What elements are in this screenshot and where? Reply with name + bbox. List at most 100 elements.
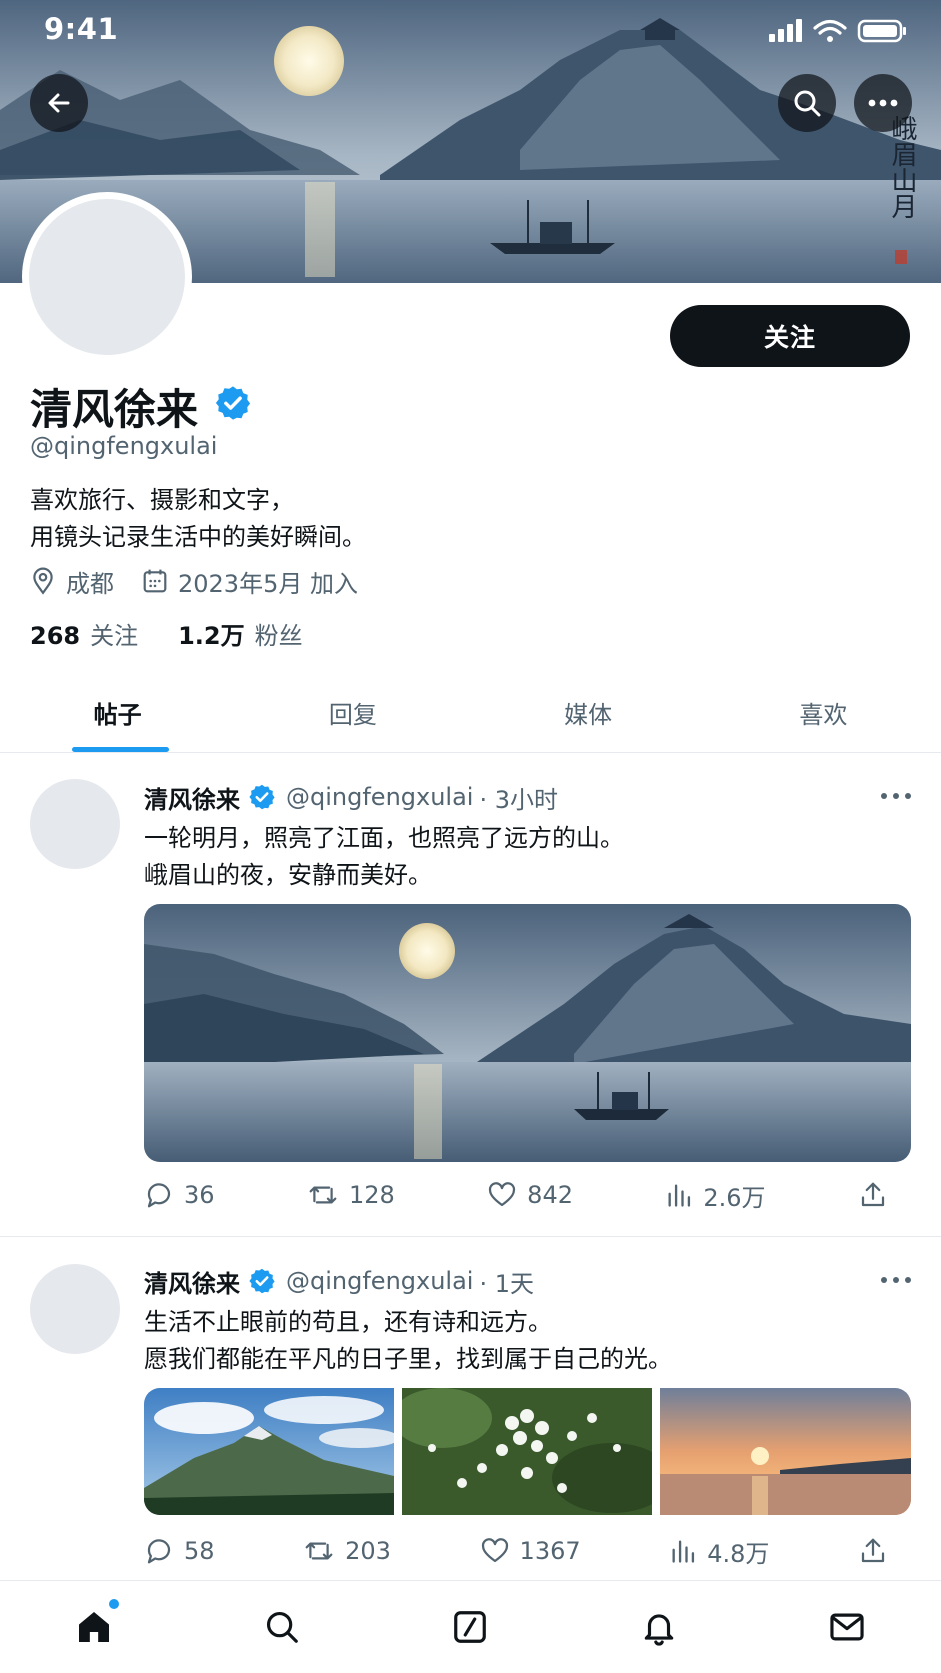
search-button[interactable] [778,74,836,132]
search-nav-icon [267,1611,299,1643]
post-text: 一轮明月，照亮了江面，也照亮了远方的山。 峨眉山的夜，安静而美好。 [144,820,624,894]
location-icon [33,567,53,595]
status-time: 9:41 [44,12,119,46]
nav-search[interactable] [242,1587,322,1667]
post-time: · 1天 [479,1269,534,1298]
post-header: 清风徐来 @qingfengxulai · 1天 [144,1262,534,1300]
profile-handle: @qingfengxulai [30,432,218,460]
post-card[interactable]: 清风徐来 @qingfengxulai · 1天 生活不止眼前的苟且，还有诗和远… [0,1237,941,1579]
messages-icon [830,1613,864,1641]
post-actions: 58 203 1367 4.8万 [144,1531,888,1571]
post-image-mountain[interactable] [144,1388,394,1515]
repost-button[interactable]: 128 [307,1180,395,1210]
reply-icon [147,1183,171,1208]
repost-icon [305,1542,333,1560]
share-icon [861,1538,885,1563]
profile-location: 成都 [66,569,114,598]
post-text: 生活不止眼前的苟且，还有诗和远方。 愿我们都能在平凡的日子里，找到属于自己的光。 [144,1304,672,1378]
notifications-icon [644,1614,673,1646]
profile-bio: 喜欢旅行、摄影和文字， 用镜头记录生活中的美好瞬间。 [30,482,366,556]
nav-home[interactable] [54,1587,134,1667]
views-icon [672,1540,695,1563]
tab-posts[interactable]: 帖子 [0,672,235,752]
follow-button[interactable]: 关注 [670,305,910,367]
flowers-image [402,1388,652,1515]
home-notification-dot [109,1599,120,1609]
more-icon[interactable] [876,786,916,806]
profile-display-name: 清风徐来 [30,385,199,434]
tab-likes[interactable]: 喜欢 [706,672,941,752]
more-options-button[interactable] [854,74,912,132]
reply-icon [147,1539,171,1564]
following-label: 关注 [90,622,139,650]
search-icon [794,90,821,117]
like-icon [489,1182,516,1207]
like-count: 1367 [519,1537,581,1565]
views-icon [668,1184,691,1207]
more-icon[interactable] [876,1270,916,1290]
profile-joined: 2023年5月 加入 [178,569,358,598]
bio-line-2: 用镜头记录生活中的美好瞬间。 [30,523,366,551]
reply-button[interactable]: 58 [144,1536,215,1566]
followers-count: 1.2万 [178,622,245,650]
like-button[interactable]: 842 [487,1180,573,1210]
reply-count: 58 [184,1537,215,1565]
views-count: 2.6万 [703,1183,766,1212]
post-author[interactable]: 清风徐来 [144,1264,240,1299]
post-image-sunset[interactable] [660,1388,911,1515]
moonlit-river-image [144,904,911,1162]
profile-tabs: 帖子 回复 媒体 喜欢 [0,672,941,753]
profile-meta: 成都 2023年5月 加入 [30,564,358,598]
post-image[interactable] [144,904,911,1162]
back-button[interactable] [30,74,88,132]
repost-button[interactable]: 203 [303,1536,391,1566]
status-icons [769,19,906,43]
views-button[interactable]: 2.6万 [665,1178,766,1213]
post-text-line-2: 愿我们都能在平凡的日子里，找到属于自己的光。 [144,1345,672,1373]
post-text-line-1: 生活不止眼前的苟且，还有诗和远方。 [144,1308,552,1336]
nav-messages[interactable] [807,1587,887,1667]
like-button[interactable]: 1367 [480,1536,581,1566]
bottom-navigation [0,1580,941,1673]
mountain-image [144,1388,394,1515]
nav-notifications[interactable] [619,1587,699,1667]
post-card[interactable]: 清风徐来 @qingfengxulai · 3小时 一轮明月，照亮了江面，也照亮… [0,752,941,1236]
post-avatar[interactable] [30,1264,120,1354]
post-header: 清风徐来 @qingfengxulai · 3小时 [144,778,558,816]
post-text-line-2: 峨眉山的夜，安静而美好。 [144,861,432,889]
post-handle: @qingfengxulai [286,783,474,811]
followers-stat[interactable]: 1.2万 粉丝 [178,616,303,651]
battery-icon [857,19,906,43]
verified-icon [249,784,275,810]
share-icon [861,1182,885,1207]
signal-icon [769,19,802,42]
calendar-icon [143,569,167,593]
wifi-icon [813,19,847,35]
post-avatar[interactable] [30,779,120,869]
verified-icon [215,386,251,420]
share-button[interactable] [858,1536,888,1566]
post-text-line-1: 一轮明月，照亮了江面，也照亮了远方的山。 [144,824,624,852]
sunset-image [660,1388,911,1515]
post-actions: 36 128 842 2.6万 [144,1175,888,1215]
post-image-flowers[interactable] [402,1388,652,1515]
back-arrow-icon [48,93,70,113]
nav-compose[interactable] [430,1587,510,1667]
reply-button[interactable]: 36 [144,1180,215,1210]
repost-count: 203 [345,1537,391,1565]
views-button[interactable]: 4.8万 [669,1534,769,1569]
following-stat[interactable]: 268 关注 [30,616,138,651]
home-icon [79,1612,110,1642]
like-count: 842 [527,1181,573,1209]
tab-replies[interactable]: 回复 [235,672,470,752]
share-button[interactable] [858,1180,888,1210]
bio-line-1: 喜欢旅行、摄影和文字， [30,486,294,514]
repost-icon [309,1186,337,1204]
tab-media[interactable]: 媒体 [471,672,706,752]
post-author[interactable]: 清风徐来 [144,780,240,815]
following-count: 268 [30,622,81,650]
profile-avatar[interactable] [22,192,192,362]
repost-count: 128 [348,1181,395,1209]
followers-label: 粉丝 [254,622,303,650]
post-handle: @qingfengxulai [286,1267,474,1295]
